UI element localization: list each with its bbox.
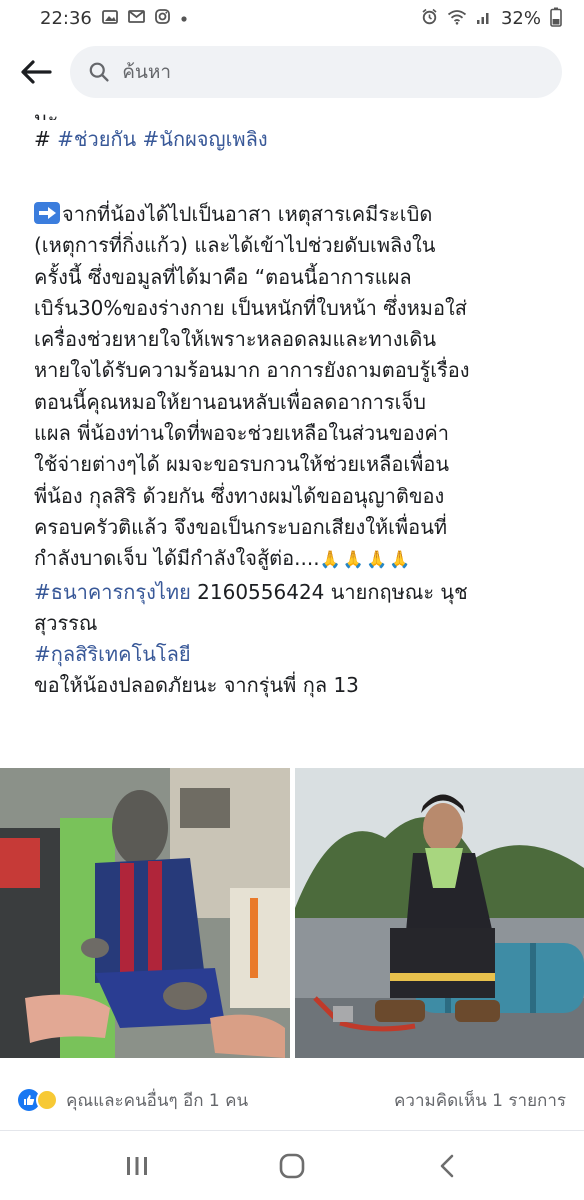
post-line: แผล พี่น้องท่านใดที่พอจะช่วยเหลือในส่วนข… [34, 421, 449, 446]
post-line: เบิร์น30%ของร่างกาย เป็นหนักที่ใบหน้า ซึ… [34, 295, 467, 320]
post-content: นะ # #ช่วยกัน #นักผจญเพลิง จากที่น้องได้… [34, 104, 564, 702]
bank-account: 2160556424 นายกฤษณะ นุช [190, 579, 468, 604]
status-bar: 22:36 32% [0, 0, 584, 36]
post-line: ใช้จ่ายต่างๆได้ ผมจะขอรบกวนให้ช่วยเหลือเ… [34, 452, 450, 477]
search-icon [89, 62, 109, 82]
system-nav-bar [0, 1130, 584, 1200]
post-line: หายใจได้รับความร้อนมาก อาการยังถามตอบรู้… [34, 358, 470, 383]
firefighter-portrait-photo[interactable] [295, 768, 584, 1058]
gmail-icon [127, 10, 145, 26]
clipped-text-line: นะ [34, 107, 59, 120]
right-arrow-emoji-icon [34, 202, 60, 224]
post-line: ครอบครัวติแล้ว จึงขอเป็นกระบอกเสียงให้เพ… [34, 514, 448, 539]
instagram-icon [154, 9, 170, 27]
system-back-button[interactable] [417, 1141, 477, 1191]
back-arrow-button[interactable] [16, 52, 56, 92]
post-line: พี่น้อง กุลสิริ ด้วยกัน ซึ่งทางผมได้ขออน… [34, 483, 445, 508]
hashtag-link[interactable]: #ธนาคารกรุงไทย [34, 580, 191, 604]
back-icon [440, 1154, 453, 1177]
dot-icon [180, 11, 188, 26]
alarm-icon [421, 8, 438, 28]
comments-count-link[interactable]: ความคิดเห็น 1 รายการ [394, 1087, 566, 1114]
home-button[interactable] [262, 1141, 322, 1191]
school-tag-line: #กุลสิริเทคโนโลยี [34, 639, 564, 670]
recents-icon [127, 1156, 148, 1175]
post-line: เครื่องช่วยหายใจให้เพราะหลอดลมและทางเดิน [34, 327, 437, 352]
status-time: 22:36 [40, 7, 92, 29]
hashtag-link[interactable]: #กุลสิริเทคโนโลยี [34, 642, 191, 666]
battery-icon [550, 7, 562, 30]
bank-name-line: สุวรรณ [34, 610, 98, 635]
battery-percent: 32% [500, 7, 541, 29]
hashtag-link[interactable]: #ช่วยกัน [57, 127, 136, 151]
wifi-icon [447, 9, 467, 28]
praying-hands-icon: 🙏🙏🙏🙏 [319, 550, 413, 571]
post-line: ครั้งนี้ ซึ่งขอมูลที่ได้มาคือ “ตอนนี้อาก… [34, 264, 412, 289]
reaction-bar: คุณและคนอื่นๆ อีก 1 คน ความคิดเห็น 1 ราย… [0, 1078, 584, 1122]
signal-icon [476, 9, 492, 28]
home-icon [279, 1153, 305, 1178]
photo-grid [0, 768, 584, 1060]
search-input[interactable] [122, 61, 544, 83]
hashtag-link[interactable]: #นักผจญเพลิง [143, 127, 268, 151]
search-header [0, 40, 584, 104]
post-body: จากที่น้องได้ไปเป็นอาสา เหตุสารเคมีระเบิ… [34, 199, 564, 702]
gallery-icon [101, 9, 118, 27]
search-bar[interactable] [70, 46, 562, 98]
reaction-icons[interactable] [18, 1089, 58, 1111]
post-line: ตอนนี้คุณหมอให้ยานอนหลับเพื่อลดอาการเจ็บ [34, 389, 426, 414]
back-arrow-icon [21, 60, 52, 84]
sad-reaction-icon [36, 1089, 58, 1111]
post-line: (เหตุการที่กิ่งแก้ว) และได้เข้าไปช่วยดับ… [34, 233, 436, 258]
injured-patient-photo[interactable] [0, 768, 290, 1058]
recents-button[interactable] [107, 1141, 167, 1191]
post-line: จากที่น้องได้ไปเป็นอาสา เหตุสารเคมีระเบิ… [34, 199, 564, 230]
reaction-summary[interactable]: คุณและคนอื่นๆ อีก 1 คน [66, 1087, 248, 1114]
hash-symbol: # [34, 127, 51, 151]
post-line: กำลังบาดเจ็บ ได้มีกำลังใจสู้ต่อ....🙏🙏🙏🙏 [34, 543, 564, 576]
bank-line: #ธนาคารกรุงไทย 2160556424 นายกฤษณะ นุช [34, 577, 564, 608]
hashtags-line: # #ช่วยกัน #นักผจญเพลิง [34, 124, 564, 154]
closing-line: ขอให้น้องปลอดภัยนะ จากรุ่นพี่ กุล 13 [34, 673, 359, 698]
